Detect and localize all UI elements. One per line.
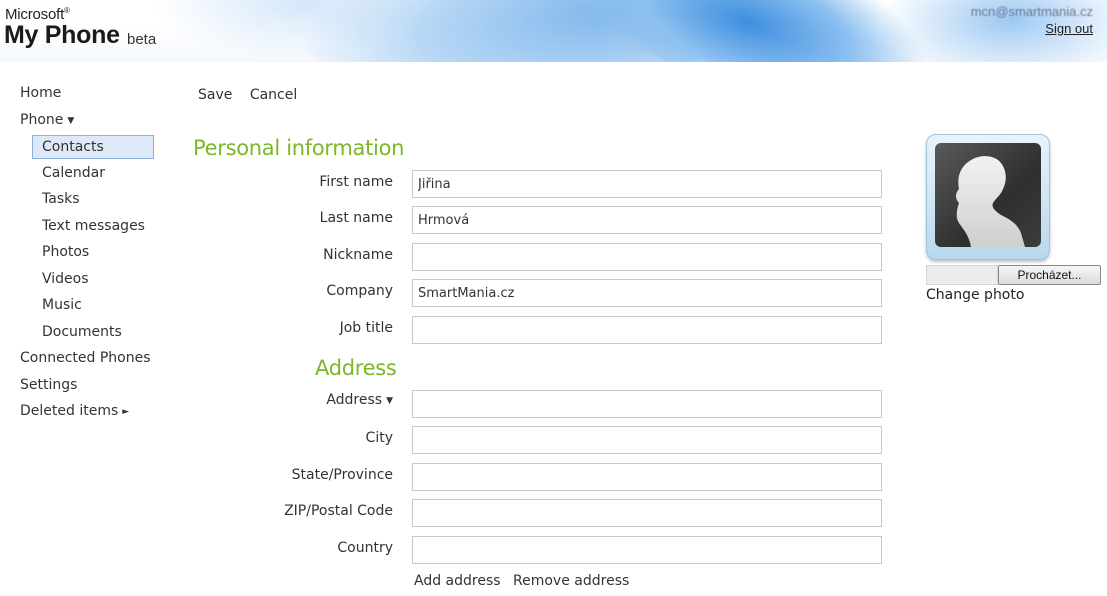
app-title: My Phone bbox=[4, 21, 120, 49]
country-field[interactable] bbox=[412, 536, 882, 564]
nav-text-messages[interactable]: Text messages bbox=[20, 215, 170, 242]
nav-music[interactable]: Music bbox=[20, 294, 170, 321]
photo-placeholder bbox=[935, 143, 1041, 247]
last-name-field[interactable] bbox=[412, 206, 882, 234]
nav-contacts[interactable]: Contacts bbox=[32, 135, 154, 159]
remove-address-link[interactable]: Remove address bbox=[513, 573, 629, 589]
city-label: City bbox=[365, 430, 393, 446]
nav-documents[interactable]: Documents bbox=[20, 321, 170, 348]
add-address-link[interactable]: Add address bbox=[414, 573, 501, 589]
nickname-label: Nickname bbox=[323, 247, 393, 263]
zip-postal-code-label: ZIP/Postal Code bbox=[284, 503, 393, 519]
triangle-right-icon: ► bbox=[122, 407, 130, 417]
company-field[interactable] bbox=[412, 279, 882, 307]
city-field[interactable] bbox=[412, 426, 882, 454]
contact-photo bbox=[926, 134, 1050, 260]
zip-postal-code-field[interactable] bbox=[412, 499, 882, 527]
job-title-label: Job title bbox=[339, 320, 393, 336]
address-label: Address bbox=[326, 392, 383, 408]
personal-information-heading: Personal information bbox=[193, 136, 405, 160]
change-photo-link[interactable]: Change photo bbox=[926, 287, 1024, 303]
first-name-label: First name bbox=[319, 174, 393, 190]
company-label: Company bbox=[326, 283, 393, 299]
first-name-field[interactable] bbox=[412, 170, 882, 198]
nickname-field[interactable] bbox=[412, 243, 882, 271]
triangle-down-icon: ▼ bbox=[67, 115, 75, 126]
nav-tasks[interactable]: Tasks bbox=[20, 188, 170, 215]
nav-calendar[interactable]: Calendar bbox=[20, 162, 170, 189]
toolbar: Save Cancel bbox=[198, 87, 310, 103]
cancel-button[interactable]: Cancel bbox=[250, 87, 297, 103]
nav-connected-phones[interactable]: Connected Phones bbox=[20, 347, 170, 374]
beta-tag: beta bbox=[127, 31, 157, 48]
nav-settings[interactable]: Settings bbox=[20, 374, 170, 401]
file-path-field[interactable] bbox=[926, 265, 998, 285]
nav-deleted-items-label: Deleted items bbox=[20, 403, 119, 419]
nav-videos[interactable]: Videos bbox=[20, 268, 170, 295]
sidebar-nav: Home Phone ▼ Contacts Calendar Tasks Text… bbox=[20, 82, 170, 427]
user-email: mcn@smartmania.cz bbox=[970, 4, 1093, 19]
job-title-field[interactable] bbox=[412, 316, 882, 344]
last-name-label: Last name bbox=[319, 210, 393, 226]
browse-button[interactable]: Procházet... bbox=[998, 265, 1101, 285]
address-heading: Address bbox=[315, 356, 397, 380]
nav-home[interactable]: Home bbox=[20, 82, 170, 109]
person-silhouette-icon bbox=[956, 156, 1025, 247]
save-button[interactable]: Save bbox=[198, 87, 232, 103]
address-type-selector[interactable]: Address ▼ bbox=[193, 392, 393, 408]
address-field[interactable] bbox=[412, 390, 882, 418]
header-banner: Microsoft® My Phone beta mcn@smartmania.… bbox=[0, 0, 1107, 62]
address-actions: Add address Remove address bbox=[414, 573, 637, 589]
sign-out-link[interactable]: Sign out bbox=[1045, 21, 1093, 36]
nav-phone-label: Phone bbox=[20, 111, 64, 128]
nav-phone[interactable]: Phone ▼ bbox=[20, 109, 170, 136]
nav-photos[interactable]: Photos bbox=[20, 241, 170, 268]
nav-deleted-items[interactable]: Deleted items ► bbox=[20, 400, 170, 427]
country-label: Country bbox=[337, 540, 393, 556]
state-province-field[interactable] bbox=[412, 463, 882, 491]
state-province-label: State/Province bbox=[291, 467, 393, 483]
triangle-down-icon: ▼ bbox=[386, 396, 393, 406]
